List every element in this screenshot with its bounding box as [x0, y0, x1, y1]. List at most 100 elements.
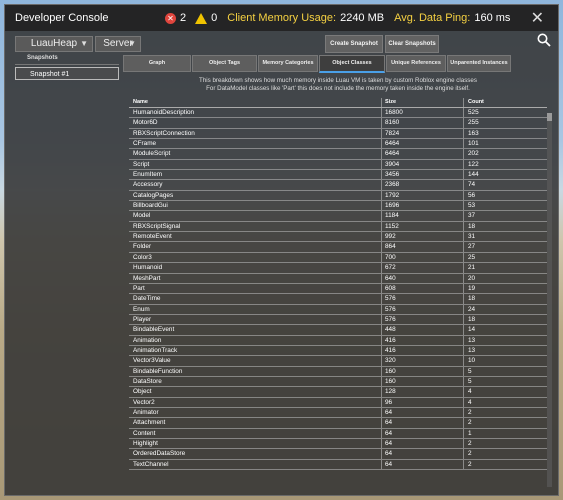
- cell-count: 2: [468, 408, 472, 416]
- tab-unparented-instances[interactable]: Unparented Instances: [447, 55, 511, 72]
- cell-size: 1792: [382, 190, 464, 201]
- ping-value: 160 ms: [474, 12, 511, 24]
- cell-name: MeshPart: [129, 273, 382, 283]
- table-row[interactable]: CatalogPages 1792 56: [129, 190, 547, 202]
- cell-name: Animation: [129, 335, 382, 345]
- cell-name: CFrame: [129, 139, 382, 149]
- clear-snapshots-button[interactable]: Clear Snapshots: [385, 35, 439, 53]
- table-row[interactable]: Color3 700 25: [129, 252, 547, 264]
- table-row[interactable]: EnumItem 3456 144: [129, 170, 547, 181]
- column-header-name[interactable]: Name: [129, 98, 382, 107]
- cell-size: 576: [382, 314, 464, 325]
- cell-name: RBXScriptSignal: [129, 221, 382, 232]
- cell-size: 864: [382, 242, 464, 252]
- table-row[interactable]: Motor6D 8160 255: [129, 118, 547, 129]
- warning-icon[interactable]: [195, 12, 208, 24]
- table-row[interactable]: HumanoidDescription 16800 525: [129, 108, 547, 119]
- error-icon[interactable]: ✕: [165, 12, 176, 24]
- cell-size: 96: [382, 397, 464, 407]
- cell-name: Humanoid: [129, 263, 382, 273]
- snapshot-item[interactable]: Snapshot #1: [15, 67, 119, 80]
- cell-name: Model: [129, 211, 382, 221]
- context-dropdown[interactable]: Server ▼: [95, 36, 141, 52]
- tab-object-classes[interactable]: Object Classes: [319, 55, 385, 73]
- table-row[interactable]: RBXScriptConnection 7824 163: [129, 128, 547, 140]
- table-row[interactable]: CFrame 6464 101: [129, 139, 547, 150]
- column-header-count[interactable]: Count: [464, 98, 547, 107]
- cell-size: 992: [382, 232, 464, 242]
- table-row[interactable]: BindableEvent 448 14: [129, 325, 547, 336]
- table-row[interactable]: Animator 64 2: [129, 407, 547, 419]
- cell-name: Accessory: [129, 180, 382, 190]
- table-row[interactable]: Object 128 4: [129, 387, 547, 398]
- cell-name: Script: [129, 159, 382, 170]
- cell-count: 18: [468, 295, 476, 303]
- table-row[interactable]: Humanoid 672 21: [129, 263, 547, 274]
- table-row[interactable]: Content 64 1: [129, 428, 547, 439]
- tab-bar: Graph Object Tags Memory Categories Obje…: [123, 55, 512, 73]
- cell-count: 18: [468, 315, 476, 323]
- close-icon[interactable]: ✕: [531, 8, 544, 28]
- stats-bar: ✕ 2 0 Client Memory Usage: 2240 MB Avg. …: [165, 12, 510, 24]
- table-row[interactable]: DateTime 576 18: [129, 294, 547, 305]
- table-row[interactable]: Highlight 64 2: [129, 439, 547, 450]
- object-classes-table: Name Size Count HumanoidDescription 16800…: [129, 98, 547, 471]
- table-row[interactable]: Folder 864 27: [129, 242, 547, 253]
- table-row[interactable]: Vector3Value 320 10: [129, 356, 547, 367]
- cell-count: 2: [468, 450, 472, 458]
- table-scrollbar[interactable]: [547, 113, 552, 487]
- snapshots-header: Snapshots: [15, 55, 119, 65]
- memory-label: Client Memory Usage:: [227, 12, 337, 24]
- cell-size: 640: [382, 273, 464, 283]
- table-row[interactable]: Model 1184 37: [129, 211, 547, 222]
- cell-size: 160: [382, 376, 464, 387]
- table-row[interactable]: MeshPart 640 20: [129, 273, 547, 284]
- cell-size: 320: [382, 356, 464, 366]
- cell-count: 255: [468, 119, 479, 127]
- cell-name: DateTime: [129, 294, 382, 304]
- cell-size: 672: [382, 263, 464, 273]
- error-count[interactable]: 2: [180, 12, 186, 24]
- title-bar: Developer Console ✕ 2 0 Client Memory Us…: [5, 5, 558, 31]
- table-row[interactable]: OrderedDataStore 64 2: [129, 449, 547, 460]
- table-row[interactable]: BillboardGui 1696 53: [129, 201, 547, 212]
- cell-size: 16800: [382, 108, 464, 118]
- table-row[interactable]: TextChannel 64 2: [129, 459, 547, 471]
- table-row[interactable]: RBXScriptSignal 1152 18: [129, 221, 547, 233]
- table-row[interactable]: Enum 576 24: [129, 304, 547, 315]
- cell-size: 576: [382, 294, 464, 304]
- table-row[interactable]: Animation 416 13: [129, 335, 547, 346]
- tab-object-tags[interactable]: Object Tags: [192, 55, 257, 72]
- tab-unique-references[interactable]: Unique References: [386, 55, 446, 72]
- search-icon[interactable]: [537, 33, 551, 47]
- table-row[interactable]: BindableFunction 160 5: [129, 366, 547, 377]
- cell-size: 608: [382, 283, 464, 294]
- cell-count: 10: [468, 357, 476, 365]
- table-row[interactable]: RemoteEvent 992 31: [129, 232, 547, 243]
- table-row[interactable]: DataStore 160 5: [129, 376, 547, 388]
- cell-name: BindableFunction: [129, 366, 382, 376]
- table-row[interactable]: Part 608 19: [129, 283, 547, 295]
- tab-memory-categories[interactable]: Memory Categories: [258, 55, 318, 72]
- cell-count: 101: [468, 140, 479, 148]
- column-header-size[interactable]: Size: [382, 98, 464, 107]
- cell-size: 3904: [382, 159, 464, 170]
- tab-graph[interactable]: Graph: [123, 55, 191, 72]
- developer-console-window: Developer Console ✕ 2 0 Client Memory Us…: [4, 4, 559, 496]
- warning-count[interactable]: 0: [211, 12, 217, 24]
- chevron-down-icon: ▼: [80, 39, 88, 48]
- create-snapshot-button[interactable]: Create Snapshot: [325, 35, 383, 53]
- cell-name: Vector3Value: [129, 356, 382, 366]
- table-row[interactable]: Accessory 2368 74: [129, 180, 547, 191]
- table-row[interactable]: Attachment 64 2: [129, 418, 547, 429]
- cell-count: 13: [468, 336, 476, 344]
- table-row[interactable]: ModuleScript 6464 202: [129, 149, 547, 160]
- table-row[interactable]: Player 576 18: [129, 314, 547, 326]
- cell-name: TextChannel: [129, 459, 382, 470]
- scrollbar-thumb[interactable]: [547, 113, 552, 121]
- table-row[interactable]: Script 3904 122: [129, 159, 547, 171]
- view-dropdown[interactable]: LuauHeap ▼: [15, 36, 93, 52]
- cell-name: CatalogPages: [129, 190, 382, 201]
- table-row[interactable]: Vector2 96 4: [129, 397, 547, 408]
- table-row[interactable]: AnimationTrack 416 13: [129, 345, 547, 357]
